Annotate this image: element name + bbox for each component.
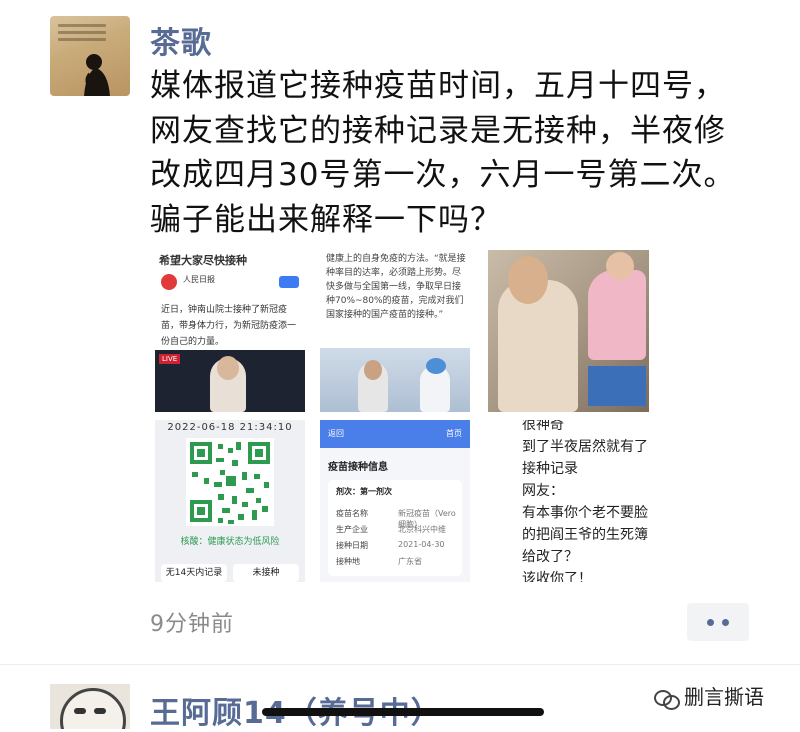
image-grid: 希望大家尽快接种 人民日报 近日，钟南山院士接种了新冠疫苗，带身体力行，为新冠防… <box>155 250 649 582</box>
photo-man-head <box>508 256 548 304</box>
more-dots-icon[interactable] <box>687 603 749 641</box>
comment-line: 给改了？ <box>522 549 578 565</box>
account-name: 人民日报 <box>183 275 215 284</box>
post-text-line: 骗子能出来解释一下吗？ <box>150 201 502 238</box>
record-row-value: 广东省 <box>398 557 422 566</box>
photo-person-head <box>364 360 382 380</box>
comment-line: 很神奇 <box>522 420 564 433</box>
record-pill: 无14天内记录 <box>161 564 227 582</box>
article-paragraph: 近日，钟南山院士接种了新冠疫苗，带身体力行，为新冠防疫添一份自己的力量。 <box>161 305 297 347</box>
author-avatar[interactable] <box>50 16 130 96</box>
image-health-code[interactable]: 2022-06-18 21:34:10 核酸：健康状态为低风险 无14天内记录 … <box>155 420 305 582</box>
health-status-text: 核酸：健康状态为低风险 <box>180 537 280 547</box>
post-text-line: 媒体报道它接种疫苗时间，五月十四号， <box>150 68 726 104</box>
image-vaccine-record[interactable]: 返回 首页 疫苗接种信息 剂次：第一剂次 疫苗名称 新冠疫苗（Vero细胞） 生… <box>320 420 470 582</box>
dot <box>722 619 729 626</box>
comment-line: 网友： <box>522 483 564 499</box>
post-text-line: 改成四月30号第一次，六月一号第二次。 <box>150 157 736 193</box>
health-code-timestamp: 2022-06-18 21:34:10 <box>167 422 293 433</box>
comment-line: 接种记录 <box>522 461 578 477</box>
photo-tray <box>588 366 646 406</box>
post-text: 媒体报道它接种疫苗时间，五月十四号， 网友查找它的接种记录是无接种，半夜修 改成… <box>150 64 770 242</box>
video-tag: LIVE <box>159 354 181 364</box>
avatar-face <box>60 688 126 729</box>
author-name[interactable]: 茶歌 <box>150 18 212 62</box>
photo-nurse-head <box>606 252 634 280</box>
record-header-left: 返回 <box>328 429 344 438</box>
wechat-logo-icon <box>654 688 680 710</box>
article-paragraph: 健康上的自身免疫的方法。“就是接种率目的达率，必须踏上形势。尽快多做与全国第一线… <box>326 254 466 320</box>
photo-nurse <box>588 270 646 360</box>
comment-line: 到了半夜居然就有了 <box>522 439 648 455</box>
record-row-label: 接种日期 <box>336 541 368 550</box>
photo-nurse-cap <box>426 358 446 374</box>
post-timestamp: 9分钟前 <box>150 612 234 637</box>
post-divider <box>0 664 800 665</box>
record-dose: 剂次：第一剂次 <box>336 487 392 496</box>
article-headline: 希望大家尽快接种 <box>159 254 247 267</box>
praying-figure-icon <box>84 54 110 96</box>
record-row-label: 生产企业 <box>336 525 368 534</box>
account-logo-icon <box>161 274 177 290</box>
dot <box>707 619 714 626</box>
vaccination-photo <box>320 348 470 412</box>
strikethrough-line <box>262 708 544 716</box>
record-title: 疫苗接种信息 <box>328 462 388 473</box>
record-header-right: 首页 <box>446 429 462 438</box>
image-comment-text[interactable]: 很神奇 到了半夜居然就有了 接种记录 网友： 有本事你个老不要脸 的把阎王爷的生… <box>488 420 649 582</box>
record-card: 剂次：第一剂次 疫苗名称 新冠疫苗（Vero细胞） 生产企业 北京科兴中维 接种… <box>328 480 462 576</box>
post-text-line: 网友查找它的接种记录是无接种，半夜修 <box>150 112 726 149</box>
record-row-label: 接种地 <box>336 557 360 566</box>
image-news-article[interactable]: 希望大家尽快接种 人民日报 近日，钟南山院士接种了新冠疫苗，带身体力行，为新冠防… <box>155 250 305 412</box>
comment-line: 该收你了！ <box>522 571 592 582</box>
video-thumbnail: LIVE <box>155 350 305 412</box>
record-row-value: 北京科兴中维 <box>398 525 446 534</box>
next-author-avatar[interactable] <box>50 684 130 729</box>
comment-line: 有本事你个老不要脸 <box>522 505 648 521</box>
vaccination-pill: 未接种 <box>233 564 299 582</box>
comment-text: 很神奇 到了半夜居然就有了 接种记录 网友： 有本事你个老不要脸 的把阎王爷的生… <box>522 420 648 582</box>
image-news-article-2[interactable]: 健康上的自身免疫的方法。“就是接种率目的达率，必须踏上形势。尽快多做与全国第一线… <box>320 250 470 412</box>
record-row-label: 疫苗名称 <box>336 509 368 518</box>
moments-post: 茶歌 媒体报道它接种疫苗时间，五月十四号， 网友查找它的接种记录是无接种，半夜修… <box>0 0 800 665</box>
record-header-bar: 返回 首页 <box>320 420 470 448</box>
record-row-value: 2021-04-30 <box>398 540 445 549</box>
watermark: 删言撕语 <box>654 681 764 710</box>
qr-code-icon <box>186 438 274 526</box>
watermark-text: 删言撕语 <box>684 685 764 709</box>
avatar-eye <box>94 708 106 714</box>
avatar-eye <box>74 708 86 714</box>
image-vaccination-photo[interactable] <box>488 250 649 412</box>
account-row: 人民日报 <box>161 274 299 294</box>
comment-line: 的把阎王爷的生死簿 <box>522 527 648 543</box>
follow-button <box>279 276 299 288</box>
video-person-head <box>217 356 239 380</box>
